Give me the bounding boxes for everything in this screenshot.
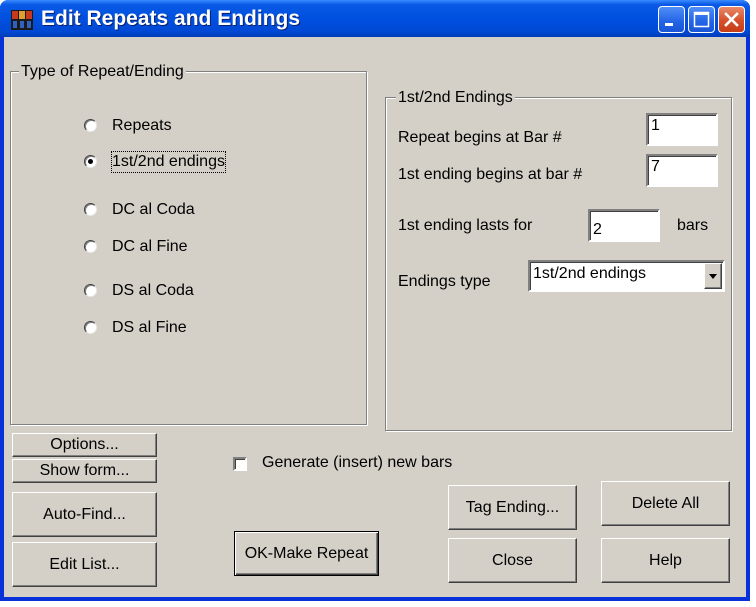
- delete-all-button-label: Delete All: [631, 495, 700, 512]
- radio-label-1st-2nd-endings[interactable]: 1st/2nd endings: [111, 151, 226, 173]
- radio-label-ds-al-fine[interactable]: DS al Fine: [112, 318, 187, 338]
- options-button[interactable]: Options...: [12, 433, 157, 457]
- delete-all-button[interactable]: Delete All: [601, 481, 730, 526]
- radio-label-repeats[interactable]: Repeats: [112, 116, 172, 136]
- bars-label: bars: [677, 217, 709, 234]
- radio-1st-2nd-endings[interactable]: [84, 155, 97, 168]
- chevron-down-icon: [709, 274, 717, 279]
- radio-dc-al-fine[interactable]: [84, 240, 97, 253]
- endings-type-label: Endings type: [398, 273, 491, 290]
- repeat-begins-input[interactable]: 1: [646, 113, 718, 146]
- maximize-button[interactable]: [688, 6, 715, 33]
- first-ending-begins-label: 1st ending begins at bar #: [398, 166, 583, 183]
- show-form-button[interactable]: Show form...: [12, 459, 157, 483]
- edit-list-button-label: Edit List...: [49, 556, 120, 573]
- app-icon: [11, 10, 33, 30]
- tag-ending-button-label: Tag Ending...: [465, 499, 560, 516]
- radio-label-ds-al-coda[interactable]: DS al Coda: [112, 281, 194, 301]
- show-form-button-label: Show form...: [39, 462, 130, 479]
- radio-label-dc-al-coda[interactable]: DC al Coda: [112, 200, 195, 220]
- radio-selected-dot: [88, 159, 93, 164]
- maximize-icon: [693, 11, 710, 28]
- auto-find-button-label: Auto-Find...: [43, 506, 126, 523]
- minimize-icon: [665, 23, 673, 26]
- dialog-window: Edit Repeats and Endings Type of Repeat/…: [0, 0, 750, 601]
- close-icon: [724, 12, 739, 27]
- first-ending-lasts-label: 1st ending lasts for: [398, 217, 533, 234]
- tag-ending-button[interactable]: Tag Ending...: [448, 485, 577, 530]
- first-ending-lasts-input[interactable]: 2: [588, 209, 660, 242]
- radio-ds-al-coda[interactable]: [84, 284, 97, 297]
- options-button-label: Options...: [50, 436, 119, 453]
- dropdown-button[interactable]: [704, 263, 722, 289]
- type-of-repeat-group: [10, 71, 367, 425]
- edit-list-button[interactable]: Edit List...: [12, 542, 157, 587]
- radio-dc-al-coda[interactable]: [84, 203, 97, 216]
- title-bar[interactable]: Edit Repeats and Endings: [0, 0, 750, 37]
- dialog-client-area: Type of Repeat/Ending Repeats 1st/2nd en…: [4, 37, 746, 597]
- radio-label-dc-al-fine[interactable]: DC al Fine: [112, 237, 188, 257]
- help-button-label: Help: [649, 552, 682, 569]
- endings-type-dropdown[interactable]: 1st/2nd endings: [528, 260, 725, 292]
- help-button[interactable]: Help: [601, 538, 730, 583]
- auto-find-button[interactable]: Auto-Find...: [12, 492, 157, 537]
- close-window-button[interactable]: [718, 6, 745, 33]
- window-title: Edit Repeats and Endings: [41, 7, 301, 30]
- ok-make-repeat-button-label: OK-Make Repeat: [244, 545, 369, 562]
- type-of-repeat-legend: Type of Repeat/Ending: [19, 63, 186, 81]
- endings-type-selected: 1st/2nd endings: [533, 265, 646, 282]
- minimize-button[interactable]: [658, 6, 685, 33]
- radio-repeats[interactable]: [84, 119, 97, 132]
- first-ending-begins-input[interactable]: 7: [646, 154, 718, 187]
- close-button[interactable]: Close: [448, 538, 577, 583]
- endings-group-legend: 1st/2nd Endings: [396, 89, 515, 107]
- ok-make-repeat-button[interactable]: OK-Make Repeat: [234, 531, 379, 576]
- repeat-begins-label: Repeat begins at Bar #: [398, 129, 562, 146]
- generate-new-bars-checkbox[interactable]: [233, 457, 247, 471]
- radio-ds-al-fine[interactable]: [84, 321, 97, 334]
- close-button-label: Close: [492, 552, 533, 569]
- generate-new-bars-label[interactable]: Generate (insert) new bars: [262, 453, 452, 473]
